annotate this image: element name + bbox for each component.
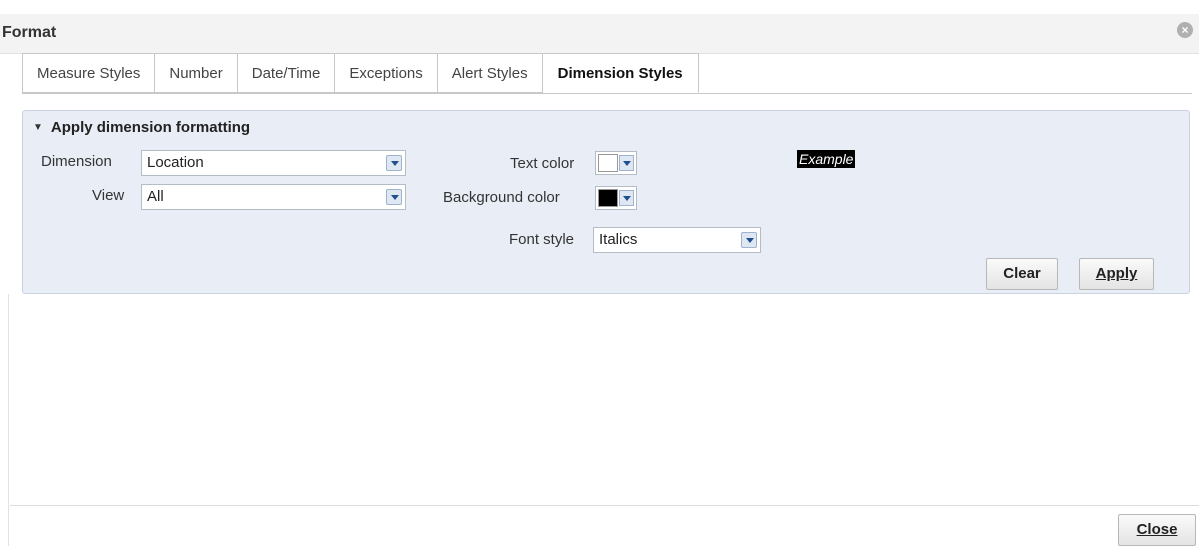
tab-divider	[22, 93, 1192, 94]
text-color-picker[interactable]	[595, 151, 637, 175]
font-style-value: Italics	[599, 231, 638, 248]
view-select[interactable]: All	[141, 184, 406, 210]
chevron-down-icon	[741, 232, 757, 248]
close-label: Close	[1136, 521, 1178, 538]
panel-header[interactable]: ▼ Apply dimension formatting	[33, 119, 250, 136]
background-color-label: Background color	[443, 189, 560, 206]
dialog-titlebar: Format ×	[0, 14, 1199, 54]
font-style-label: Font style	[509, 231, 575, 248]
tab-measure-styles[interactable]: Measure Styles	[22, 53, 156, 93]
background-color-swatch	[598, 189, 618, 207]
view-label: View	[92, 187, 125, 204]
dialog-left-edge	[8, 294, 9, 546]
dialog-title: Format	[2, 24, 57, 41]
chevron-down-icon: ▼	[33, 122, 43, 133]
tab-dimension-styles[interactable]: Dimension Styles	[542, 53, 699, 93]
apply-button[interactable]: Apply	[1079, 258, 1154, 290]
dimension-select[interactable]: Location	[141, 150, 406, 176]
footer-divider	[10, 505, 1199, 506]
close-button[interactable]: Close	[1118, 514, 1196, 546]
text-color-swatch	[598, 154, 618, 172]
tab-date-time[interactable]: Date/Time	[237, 53, 336, 93]
chevron-down-icon	[619, 155, 634, 171]
example-preview: Example	[797, 150, 856, 168]
tab-bar: Measure Styles Number Date/Time Exceptio…	[22, 53, 699, 93]
apply-label: Apply	[1095, 265, 1138, 282]
tab-exceptions[interactable]: Exceptions	[335, 53, 438, 93]
dimension-label: Dimension	[41, 153, 112, 170]
text-color-label: Text color	[510, 155, 575, 172]
dimension-value: Location	[147, 154, 204, 171]
format-dialog: Format × Measure Styles Number Date/Time…	[0, 0, 1199, 546]
clear-button[interactable]: Clear	[986, 258, 1058, 290]
tab-number[interactable]: Number	[155, 53, 238, 93]
view-value: All	[147, 188, 164, 205]
panel-header-label: Apply dimension formatting	[50, 119, 251, 136]
chevron-down-icon	[619, 190, 634, 206]
tab-alert-styles[interactable]: Alert Styles	[437, 53, 543, 93]
chevron-down-icon	[386, 189, 402, 205]
close-circle-icon[interactable]: ×	[1177, 22, 1193, 38]
chevron-down-icon	[386, 155, 402, 171]
background-color-picker[interactable]	[595, 186, 637, 210]
font-style-select[interactable]: Italics	[593, 227, 761, 253]
